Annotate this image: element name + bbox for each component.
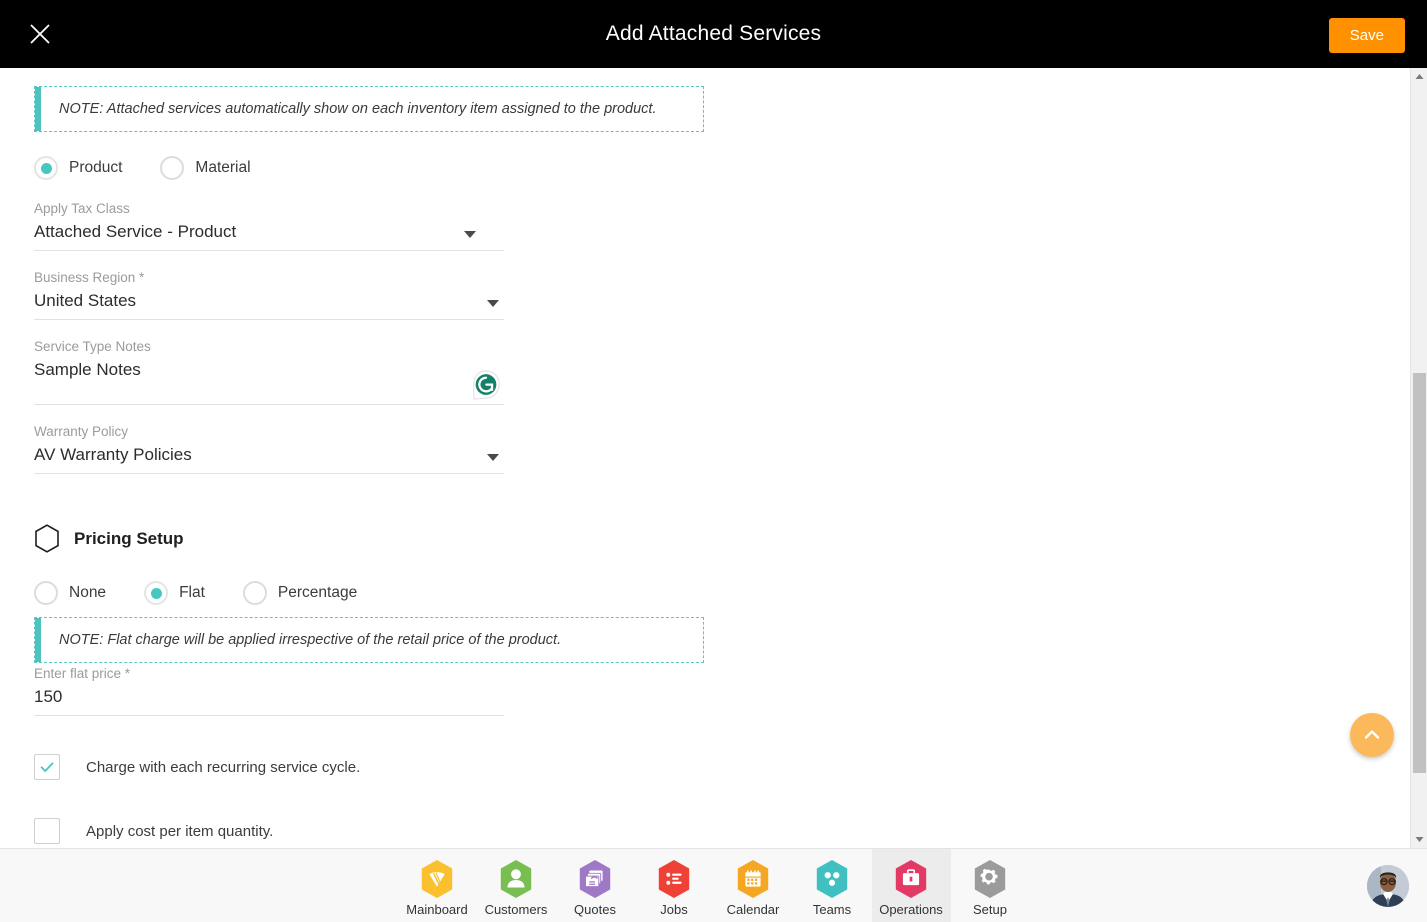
apply-tax-class-field[interactable]: Apply Tax Class Attached Service - Produ…: [34, 200, 504, 251]
warranty-policy-label: Warranty Policy: [34, 424, 129, 439]
nav-item-setup[interactable]: Setup: [951, 849, 1030, 922]
warranty-policy-value: AV Warranty Policies: [34, 445, 192, 464]
checkbox-cost-per-item[interactable]: Apply cost per item quantity.: [34, 818, 1410, 844]
nav-label-operations: Operations: [879, 902, 943, 917]
business-region-value: United States: [34, 291, 137, 310]
save-button[interactable]: Save: [1328, 18, 1405, 53]
flat-price-value: 150: [34, 687, 63, 706]
dialog-header: Add Attached Services Save: [0, 0, 1427, 68]
radio-none-label: None: [69, 584, 107, 601]
pricing-mode-radio-group: None Flat Percentage: [34, 581, 1410, 605]
chevron-up-icon: [1364, 730, 1380, 739]
nav-item-calendar[interactable]: Calendar: [714, 849, 793, 922]
form-container: NOTE: Attached services automatically sh…: [0, 68, 1410, 844]
nav-label-calendar: Calendar: [726, 902, 780, 917]
flat-price-field[interactable]: Enter flat price * 150: [34, 665, 504, 716]
operations-icon: [895, 860, 927, 898]
apply-tax-class-value: Attached Service - Product: [34, 222, 237, 241]
app-root: Add Attached Services Save NOTE: Attache…: [0, 0, 1427, 922]
quotes-icon: [579, 860, 611, 898]
chevron-down-icon: [464, 231, 476, 238]
radio-none-indicator: [34, 581, 58, 605]
warranty-policy-field[interactable]: Warranty Policy AV Warranty Policies: [34, 423, 504, 474]
radio-product-indicator: [34, 156, 58, 180]
grammarly-icon[interactable]: [470, 369, 502, 401]
business-region-field[interactable]: Business Region * United States: [34, 269, 504, 320]
business-region-label: Business Region *: [34, 270, 145, 285]
radio-flat[interactable]: Flat: [144, 581, 205, 605]
nav-label-jobs: Jobs: [660, 902, 688, 917]
flat-price-label: Enter flat price *: [34, 666, 131, 681]
radio-flat-indicator: [144, 581, 169, 605]
nav-label-mainboard: Mainboard: [406, 902, 468, 917]
nav-label-setup: Setup: [973, 902, 1007, 917]
teams-icon: [816, 860, 848, 898]
radio-percentage-label: Percentage: [277, 584, 358, 601]
checkbox-cost-per-item-label: Apply cost per item quantity.: [86, 822, 274, 840]
page-title: Add Attached Services: [605, 22, 822, 45]
bottom-nav-items: Mainboard Customers Quotes Jobs Calendar…: [398, 848, 1030, 922]
hexagon-icon: [35, 524, 59, 553]
triangle-down-icon: [1415, 837, 1424, 842]
mainboard-icon: [421, 860, 453, 898]
close-icon: [30, 24, 50, 44]
scrollbar-thumb[interactable]: [1413, 373, 1426, 773]
nav-item-mainboard[interactable]: Mainboard: [398, 849, 477, 922]
setup-icon: [974, 860, 1006, 898]
nav-item-customers[interactable]: Customers: [477, 849, 556, 922]
radio-flat-label: Flat: [179, 584, 205, 601]
form-scroll-area: NOTE: Attached services automatically sh…: [0, 68, 1410, 848]
scrollbar-down-button[interactable]: [1411, 831, 1427, 848]
apply-tax-class-label: Apply Tax Class: [34, 201, 130, 216]
nav-item-operations[interactable]: Operations: [871, 848, 951, 922]
attached-services-note: NOTE: Attached services automatically sh…: [34, 86, 704, 132]
radio-material-label: Material: [195, 159, 251, 176]
service-type-notes-field[interactable]: Service Type Notes Sample Notes: [34, 338, 504, 405]
service-type-radio-group: Product Material: [34, 156, 1410, 180]
checkbox-recurring-cycle-label: Charge with each recurring service cycle…: [86, 758, 361, 776]
pricing-setup-section-header: Pricing Setup: [34, 524, 1410, 553]
chevron-down-icon: [487, 300, 499, 307]
flat-charge-note-text: NOTE: Flat charge will be applied irresp…: [59, 631, 562, 648]
radio-none[interactable]: None: [34, 581, 106, 605]
radio-percentage[interactable]: Percentage: [242, 581, 358, 605]
service-type-notes-value: Sample Notes: [34, 360, 141, 379]
radio-product[interactable]: Product: [34, 156, 122, 180]
scrollbar-up-button[interactable]: [1411, 68, 1427, 85]
bottom-navigation: Mainboard Customers Quotes Jobs Calendar…: [0, 848, 1427, 922]
vertical-scrollbar[interactable]: [1410, 68, 1427, 848]
nav-item-teams[interactable]: Teams: [793, 849, 872, 922]
close-button[interactable]: [24, 18, 56, 50]
nav-label-customers: Customers: [484, 902, 548, 917]
radio-material[interactable]: Material: [160, 156, 251, 180]
nav-item-quotes[interactable]: Quotes: [556, 849, 635, 922]
chevron-down-icon: [487, 454, 499, 461]
service-type-notes-label: Service Type Notes: [34, 339, 151, 354]
jobs-icon: [658, 860, 690, 898]
attached-services-note-text: NOTE: Attached services automatically sh…: [59, 100, 657, 117]
flat-charge-note: NOTE: Flat charge will be applied irresp…: [34, 617, 704, 663]
nav-item-jobs[interactable]: Jobs: [635, 849, 714, 922]
user-avatar-image: [1367, 865, 1409, 907]
radio-material-indicator: [160, 156, 185, 180]
nav-label-quotes: Quotes: [574, 902, 616, 917]
triangle-up-icon: [1415, 74, 1424, 79]
checkbox-recurring-cycle[interactable]: Charge with each recurring service cycle…: [34, 754, 1410, 780]
scroll-to-top-button[interactable]: [1350, 713, 1394, 757]
pricing-setup-title: Pricing Setup: [74, 528, 184, 548]
checkbox-cost-per-item-box: [34, 818, 60, 844]
avatar[interactable]: [1367, 865, 1409, 907]
nav-label-teams: Teams: [812, 902, 852, 917]
radio-percentage-indicator: [242, 581, 267, 605]
radio-product-label: Product: [69, 159, 123, 176]
check-icon: [40, 762, 54, 772]
checkbox-recurring-cycle-box: [34, 754, 60, 780]
calendar-icon: [737, 860, 769, 898]
customers-icon: [500, 860, 532, 898]
